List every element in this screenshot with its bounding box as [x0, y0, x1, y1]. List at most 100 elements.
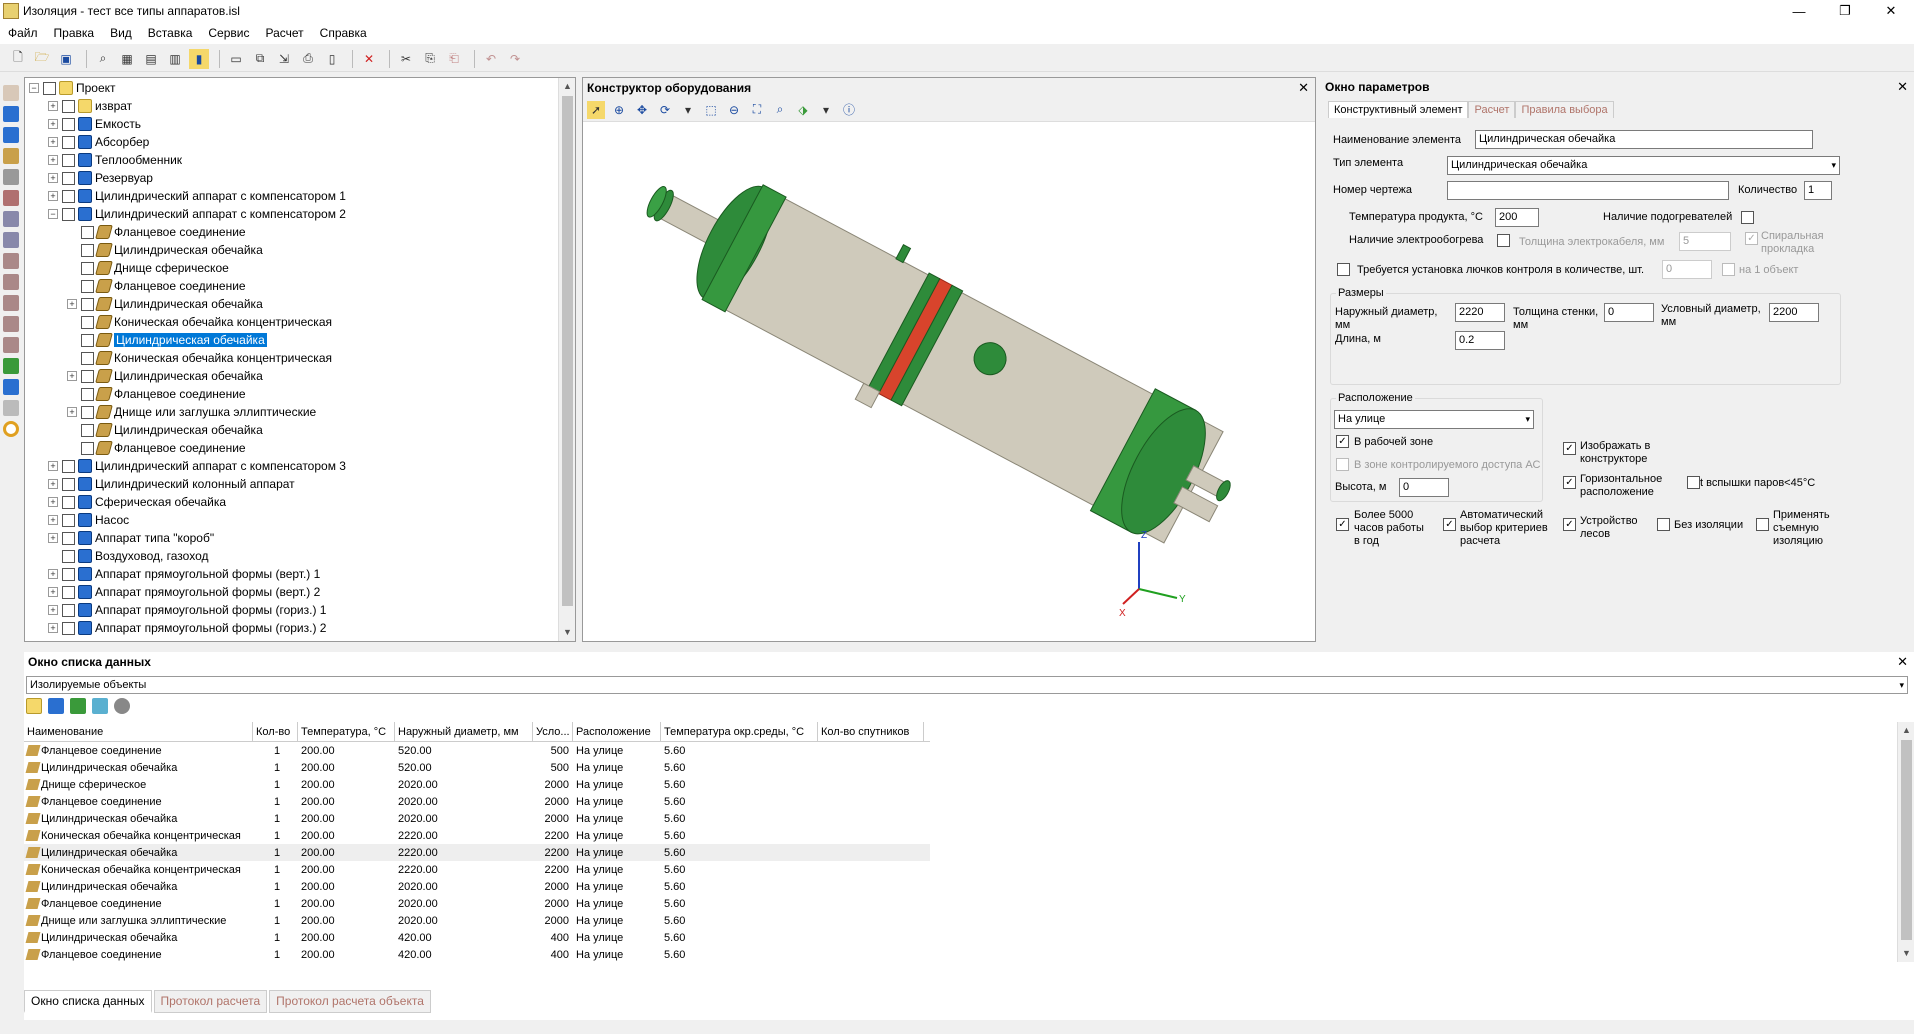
tree-item[interactable]: Цилиндрическая обечайка	[25, 241, 575, 259]
noins-checkbox[interactable]	[1657, 518, 1670, 531]
undo-icon[interactable]: ↶	[481, 49, 501, 69]
expand-icon[interactable]: +	[48, 191, 58, 201]
close-button[interactable]: ✕	[1868, 0, 1914, 22]
col-ambient[interactable]: Температура окр.среды, °С	[661, 721, 818, 742]
report-icon[interactable]: ▥	[165, 49, 185, 69]
designer-icon[interactable]: ▮	[189, 48, 209, 69]
name-field[interactable]: Цилиндрическая обечайка	[1475, 130, 1813, 149]
tree-item[interactable]: + Теплообменник	[25, 151, 575, 169]
tree-item[interactable]: Фланцевое соединение	[25, 439, 575, 457]
table-row[interactable]: Цилиндрическая обечайка 1 200.00 2220.00 220…	[24, 844, 930, 861]
nozzle-icon[interactable]	[3, 295, 19, 311]
hours-checkbox[interactable]: ✓	[1336, 518, 1349, 531]
menu-calc[interactable]: Расчет	[257, 26, 311, 40]
beam-icon[interactable]	[3, 169, 19, 185]
view-icon[interactable]: ⬗	[794, 101, 812, 119]
tree-checkbox[interactable]	[62, 99, 75, 113]
tree-checkbox[interactable]	[62, 495, 75, 509]
expand-icon[interactable]: +	[67, 299, 77, 309]
new-file-icon[interactable]: 🗋	[8, 49, 28, 69]
tree-checkbox[interactable]	[81, 333, 94, 347]
scroll-down-icon[interactable]: ▼	[1898, 945, 1914, 962]
tree-checkbox[interactable]	[81, 369, 94, 383]
tree-checkbox[interactable]	[62, 585, 75, 599]
tab-calc[interactable]: Расчет	[1468, 101, 1516, 118]
hatch-checkbox[interactable]	[1337, 263, 1350, 276]
copy-icon[interactable]: ⎘	[420, 49, 440, 69]
scroll-up-icon[interactable]: ▲	[559, 78, 575, 95]
expand-icon[interactable]: +	[48, 515, 58, 525]
tree-checkbox[interactable]	[43, 81, 56, 95]
tank-icon[interactable]	[3, 400, 19, 416]
col-cond[interactable]: Усло...	[533, 721, 573, 742]
print-icon[interactable]: ⎙	[298, 49, 318, 69]
tree-checkbox[interactable]	[81, 423, 94, 437]
delete-icon[interactable]: ✕	[359, 49, 379, 69]
expand-icon[interactable]: +	[48, 623, 58, 633]
tree-checkbox[interactable]	[81, 441, 94, 455]
tree-item[interactable]: + Аппарат типа "короб"	[25, 529, 575, 547]
expand-icon[interactable]: +	[48, 587, 58, 597]
calc-icon[interactable]: ▤	[141, 49, 161, 69]
find-icon[interactable]: ⌕	[93, 49, 113, 69]
tree-item[interactable]: Воздуховод, газоход	[25, 547, 575, 565]
tree-item[interactable]: + Резервуар	[25, 169, 575, 187]
dropdown-icon[interactable]: ▾	[679, 101, 697, 119]
page-icon[interactable]: ▯	[322, 49, 342, 69]
expand-icon[interactable]: +	[67, 407, 77, 417]
tree-item[interactable]: − Проект	[25, 79, 575, 97]
open-icon[interactable]	[26, 698, 42, 714]
tree-item[interactable]: + Цилиндрический колонный аппарат	[25, 475, 575, 493]
tree-item[interactable]: + Аппарат прямоугольной формы (гориз.) 2	[25, 619, 575, 637]
col-satellites[interactable]: Кол-во спутников	[818, 721, 924, 742]
expand-icon[interactable]: +	[48, 119, 58, 129]
zoom-window-icon[interactable]: ⬚	[702, 101, 720, 119]
tab-calc-protocol[interactable]: Протокол расчета	[153, 990, 268, 1013]
tree-checkbox[interactable]	[81, 225, 94, 239]
table-row[interactable]: Днище сферическое 1 200.00 2020.00 2000 На ул…	[24, 776, 930, 793]
scroll-thumb[interactable]	[562, 96, 573, 606]
tree-checkbox[interactable]	[62, 477, 75, 491]
menu-edit[interactable]: Правка	[46, 26, 103, 40]
table-row[interactable]: Фланцевое соединение 1 200.00 420.00 400 На у…	[24, 946, 930, 963]
zoom-prev-icon[interactable]: ⌕	[771, 101, 789, 119]
3d-viewport[interactable]: Z Y X	[583, 122, 1315, 641]
wave-icon[interactable]	[92, 698, 108, 714]
search-icon[interactable]	[114, 698, 130, 714]
tab-construct[interactable]: Конструктивный элемент	[1328, 101, 1469, 118]
pointer-icon[interactable]: ➚	[587, 100, 605, 119]
valve-icon[interactable]	[3, 211, 19, 227]
open-folder-icon[interactable]: 🗁	[32, 49, 52, 69]
box-icon[interactable]	[3, 85, 19, 101]
tree-item[interactable]: Фланцевое соединение	[25, 277, 575, 295]
object-type-select[interactable]: Изолируемые объекты ▾	[26, 676, 1908, 694]
fan-icon[interactable]	[3, 379, 19, 395]
spiral-checkbox[interactable]: ✓	[1745, 232, 1758, 245]
hatch-field[interactable]: 0	[1662, 260, 1712, 279]
tree-checkbox[interactable]	[62, 207, 75, 221]
rotate-icon[interactable]: ⟳	[656, 101, 674, 119]
tree-checkbox[interactable]	[62, 135, 75, 149]
vessel-icon[interactable]	[3, 106, 19, 122]
tree-checkbox[interactable]	[62, 603, 75, 617]
view-dropdown-icon[interactable]: ▾	[817, 101, 835, 119]
menu-help[interactable]: Справка	[312, 26, 375, 40]
tree-item[interactable]: + Сферическая обечайка	[25, 493, 575, 511]
table-row[interactable]: Коническая обечайка концентрическая 1 200.…	[24, 861, 930, 878]
tree-item[interactable]: Днище сферическое	[25, 259, 575, 277]
controlzone-checkbox[interactable]	[1336, 458, 1349, 471]
tree-item[interactable]: + Абсорбер	[25, 133, 575, 151]
heaters-checkbox[interactable]	[1741, 211, 1754, 224]
export-icon[interactable]: ⇲	[274, 49, 294, 69]
tree-checkbox[interactable]	[81, 405, 94, 419]
table-icon[interactable]	[48, 698, 64, 714]
menu-service[interactable]: Сервис	[200, 26, 257, 40]
tree-checkbox[interactable]	[62, 171, 75, 185]
table-row[interactable]: Фланцевое соединение 1 200.00 2020.00 2000 На…	[24, 793, 930, 810]
scaffold-checkbox[interactable]: ✓	[1563, 518, 1576, 531]
tree-item[interactable]: + Цилиндрическая обечайка	[25, 295, 575, 313]
length-field[interactable]: 0.2	[1455, 331, 1505, 350]
tree-checkbox[interactable]	[81, 387, 94, 401]
tree-item[interactable]: + изврат	[25, 97, 575, 115]
col-temp[interactable]: Температура, °С	[298, 721, 395, 742]
